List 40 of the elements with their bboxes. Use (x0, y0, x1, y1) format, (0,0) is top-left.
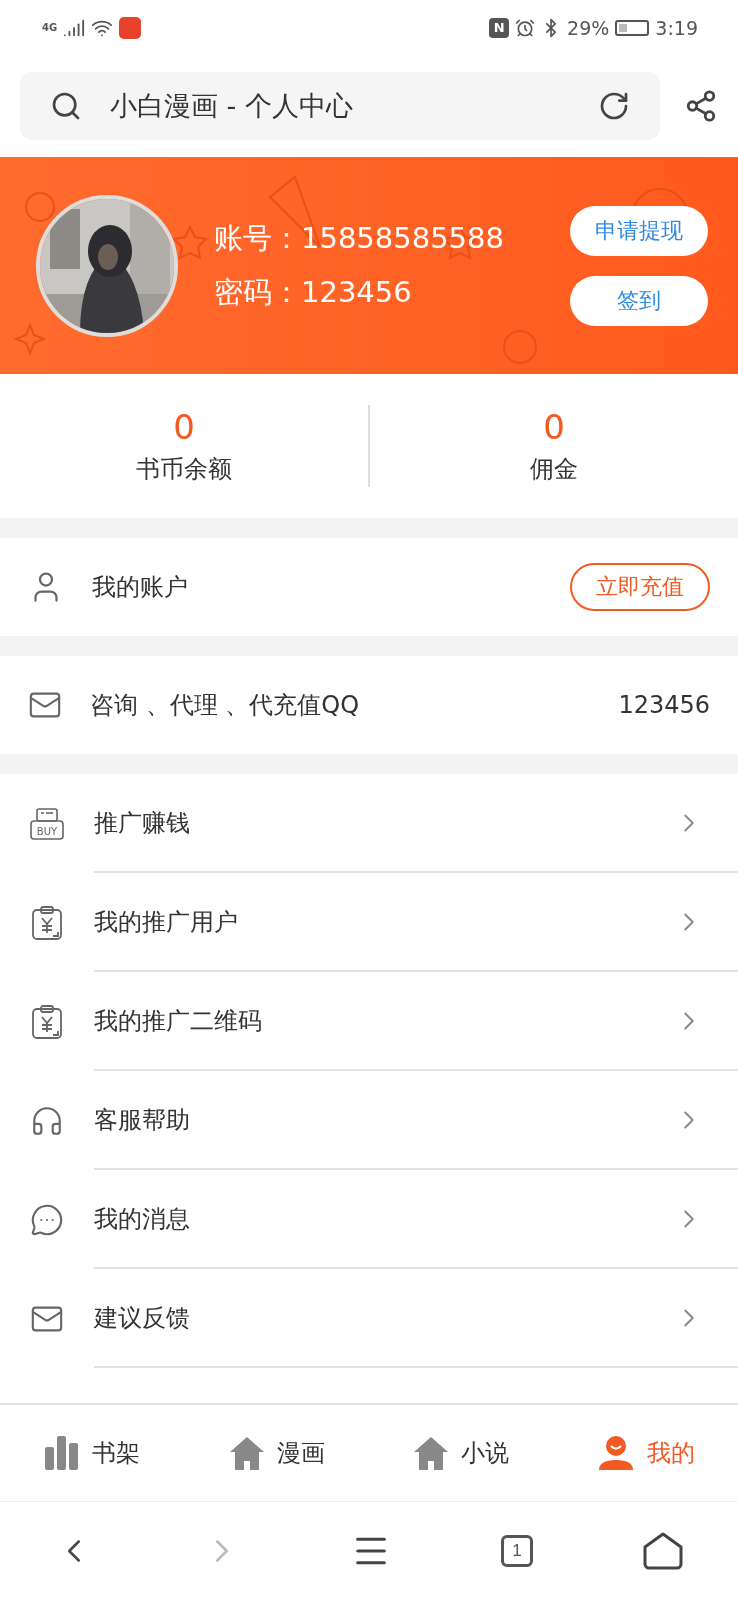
nav-tab[interactable]: 小说 (369, 1405, 554, 1501)
menu-item[interactable]: BUY 推广赚钱 (0, 774, 738, 873)
home-icon (643, 1532, 683, 1570)
chat-icon (30, 1202, 64, 1237)
nav-tab[interactable]: 书架 (0, 1405, 185, 1501)
nfc-icon: N (489, 17, 510, 38)
stat-label: 书币余额 (136, 454, 232, 485)
password-text: 密码：123456 (214, 273, 413, 311)
battery-icon (615, 19, 650, 36)
qq-number: 123456 (618, 691, 710, 719)
battery-percent: 29% (567, 16, 610, 39)
nav-tab[interactable]: 漫画 (184, 1405, 369, 1501)
withdraw-button[interactable]: 申请提现 (570, 205, 708, 256)
checkin-button[interactable]: 签到 (570, 275, 708, 326)
stat-value: 0 (173, 407, 195, 447)
clock-time: 3:19 (655, 16, 698, 39)
bookshelf-icon (44, 1435, 81, 1471)
alarm-icon (515, 17, 536, 38)
menu-item[interactable]: 客服帮助 (0, 1071, 738, 1170)
row-label: 咨询 、代理 、代充值QQ (90, 690, 361, 721)
menu-item[interactable]: 我的推广二维码 (0, 972, 738, 1071)
menu-item[interactable]: 建议反馈 (0, 1269, 738, 1368)
yen-clipboard-icon (31, 1003, 63, 1040)
person-icon (596, 1435, 635, 1471)
yen-clipboard-icon (31, 904, 63, 941)
house-icon (413, 1435, 450, 1471)
menu-item[interactable]: 我的消息 (0, 1170, 738, 1269)
app-icon (119, 16, 142, 39)
stat-label: 佣金 (530, 454, 578, 485)
search-icon (50, 90, 82, 122)
page-title: 小白漫画 - 个人中心 (110, 89, 354, 123)
menu-item[interactable]: 我的推广用户 (0, 873, 738, 972)
network-type: 4G (42, 22, 58, 33)
account-number: 账号：15858585588 (214, 219, 505, 257)
row-label: 我的账户 (92, 572, 189, 603)
stat-value: 0 (543, 407, 565, 447)
reload-icon[interactable] (598, 90, 630, 122)
house-icon (228, 1435, 265, 1471)
share-icon[interactable] (684, 89, 718, 123)
address-bar[interactable]: 小白漫画 - 个人中心 (20, 72, 660, 140)
